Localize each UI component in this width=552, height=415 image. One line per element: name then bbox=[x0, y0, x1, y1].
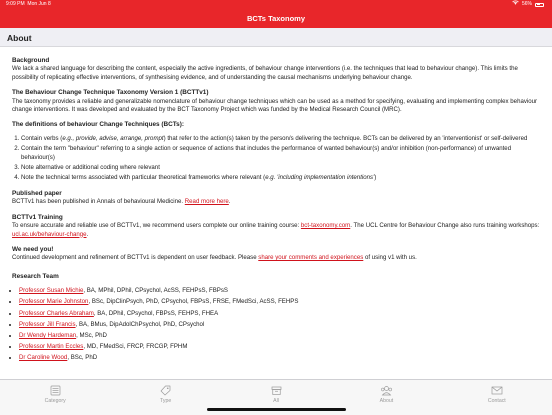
team-member-credentials: , MSc, PhD bbox=[76, 331, 107, 339]
definition-text: ) bbox=[374, 174, 377, 182]
need-suffix: of using v1 with us. bbox=[363, 254, 417, 262]
training-suffix: . bbox=[86, 230, 89, 238]
status-left: 9:09 PM Mon Jun 8 bbox=[6, 0, 51, 9]
training-body: To ensure accurate and reliable use of B… bbox=[12, 222, 301, 230]
team-member-link[interactable]: Dr Caroline Wood bbox=[19, 354, 67, 361]
battery-icon bbox=[535, 2, 544, 7]
training-body-2: . The UCL Centre for Behaviour Change al… bbox=[350, 222, 540, 230]
definition-text: ) that refer to the action(s) taken by t… bbox=[163, 134, 528, 142]
team-member-credentials: , MD, FMedSci, FRCP, FRCGP, FPHM bbox=[83, 343, 188, 351]
group-icon bbox=[331, 385, 441, 396]
definition-text: Note alternative or additional coding wh… bbox=[21, 164, 160, 172]
status-time: 9:09 PM bbox=[6, 1, 25, 7]
nav-title: BCTs Taxonomy bbox=[246, 14, 306, 23]
home-indicator bbox=[207, 408, 346, 411]
team-member-credentials: , BSc, DipClinPsych, PhD, CPsychol, FBPs… bbox=[88, 298, 299, 306]
definition-item: Contain verbs (e.g., provide, advise, ar… bbox=[21, 135, 540, 143]
definition-item: Note the technical terms associated with… bbox=[21, 174, 540, 182]
published-suffix: . bbox=[228, 198, 231, 206]
team-member: Professor Susan Michie, BA, MPhil, DPhil… bbox=[19, 287, 540, 295]
status-date: Mon Jun 8 bbox=[27, 1, 51, 7]
section-header: About bbox=[0, 28, 552, 47]
need-heading: We need you! bbox=[12, 245, 54, 253]
team-member-link[interactable]: Professor Susan Michie bbox=[19, 287, 83, 294]
definitions-heading: The definitions of behaviour Change Tech… bbox=[12, 121, 184, 129]
tab-about[interactable]: About bbox=[331, 380, 441, 415]
need-body: Continued development and refinement of … bbox=[12, 254, 259, 262]
team-member-credentials: , BA, BMus, DipAdolChPsychol, PhD, CPsyc… bbox=[75, 320, 205, 328]
team-member-link[interactable]: Professor Charles Abraham bbox=[19, 310, 94, 317]
definition-text: Contain verbs ( bbox=[21, 134, 63, 142]
published-body: BCTTv1 has been published in Annals of b… bbox=[12, 198, 185, 206]
team-member-link[interactable]: Dr Wendy Hardeman bbox=[19, 332, 76, 339]
definitions-list: Contain verbs (e.g., provide, advise, ar… bbox=[12, 135, 540, 183]
training-heading: BCTTv1 Training bbox=[12, 213, 63, 221]
about-content[interactable]: Background We lack a shared language for… bbox=[0, 46, 552, 379]
need-text: Continued development and refinement of … bbox=[12, 254, 540, 262]
definition-emphasis: e.g. 'including implementation intention… bbox=[265, 174, 375, 182]
team-member: Dr Wendy Hardeman, MSc, PhD bbox=[19, 332, 540, 340]
box-icon bbox=[221, 385, 331, 396]
tab-type[interactable]: Type bbox=[110, 380, 220, 415]
background-heading: Background bbox=[12, 57, 50, 64]
definition-item: Note alternative or additional coding wh… bbox=[21, 164, 540, 172]
definition-item: Contain the term "behaviour" referring t… bbox=[21, 145, 540, 162]
published-text: BCTTv1 has been published in Annals of b… bbox=[12, 198, 540, 206]
wifi-icon bbox=[512, 0, 519, 9]
training-course-link[interactable]: bct-taxonomy.com bbox=[301, 222, 350, 229]
team-member-link[interactable]: Professor Marie Johnston bbox=[19, 298, 88, 305]
tab-contact[interactable]: Contact bbox=[442, 380, 552, 415]
tab-category[interactable]: Category bbox=[0, 380, 110, 415]
team-member: Professor Martin Eccles, MD, FMedSci, FR… bbox=[19, 343, 540, 351]
read-more-link[interactable]: Read more here bbox=[185, 198, 229, 205]
section-title: About bbox=[7, 33, 32, 43]
tab-all-label: All bbox=[273, 398, 279, 404]
definition-text: Note the technical terms associated with… bbox=[21, 174, 266, 182]
definition-emphasis: e.g., provide, advise, arrange, prompt bbox=[62, 134, 164, 142]
status-bar: 9:09 PM Mon Jun 8 56% bbox=[0, 0, 552, 9]
tag-icon bbox=[110, 385, 220, 396]
tab-about-label: About bbox=[379, 398, 394, 404]
team-member: Professor Charles Abraham, BA, DPhil, CP… bbox=[19, 310, 540, 318]
team-member-credentials: , BA, MPhil, DPhil, CPsychol, AcSS, FEHP… bbox=[83, 287, 228, 295]
status-right: 56% bbox=[512, 0, 544, 9]
team-member: Professor Marie Johnston, BSc, DipClinPs… bbox=[19, 298, 540, 306]
team-member-link[interactable]: Professor Jill Francis bbox=[19, 321, 76, 328]
team-member-link[interactable]: Professor Martin Eccles bbox=[19, 343, 83, 350]
battery-fill bbox=[536, 4, 541, 5]
team-list: Professor Susan Michie, BA, MPhil, DPhil… bbox=[12, 287, 540, 363]
team-member: Dr Caroline Wood, BSc, PhD bbox=[19, 354, 540, 362]
nav-bar: BCTs Taxonomy bbox=[0, 9, 552, 28]
taxonomy-text: The taxonomy provides a reliable and gen… bbox=[12, 97, 538, 114]
tab-type-label: Type bbox=[159, 398, 172, 404]
taxonomy-heading: The Behaviour Change Technique Taxonomy … bbox=[12, 89, 209, 97]
published-heading: Published paper bbox=[12, 189, 62, 197]
team-member-credentials: , BSc, PhD bbox=[67, 354, 98, 362]
definition-text: Contain the term "behaviour" referring t… bbox=[21, 145, 512, 161]
battery-percent: 56% bbox=[521, 1, 532, 7]
tab-contact-label: Contact bbox=[487, 398, 506, 404]
team-member-credentials: , BA, DPhil, CPsychol, FBPsS, FEHPS, FHE… bbox=[93, 309, 219, 317]
training-text: To ensure accurate and reliable use of B… bbox=[12, 222, 540, 239]
mail-icon bbox=[442, 385, 552, 396]
background-text: We lack a shared language for describing… bbox=[12, 65, 518, 81]
team-member: Professor Jill Francis, BA, BMus, DipAdo… bbox=[19, 321, 540, 329]
share-feedback-link[interactable]: share your comments and experiences bbox=[258, 254, 363, 261]
ucl-workshops-link[interactable]: ucl.ac.uk/behaviour-change bbox=[12, 231, 87, 238]
category-icon bbox=[0, 385, 110, 396]
team-heading: Research Team bbox=[12, 272, 59, 280]
tab-category-label: Category bbox=[44, 398, 66, 404]
